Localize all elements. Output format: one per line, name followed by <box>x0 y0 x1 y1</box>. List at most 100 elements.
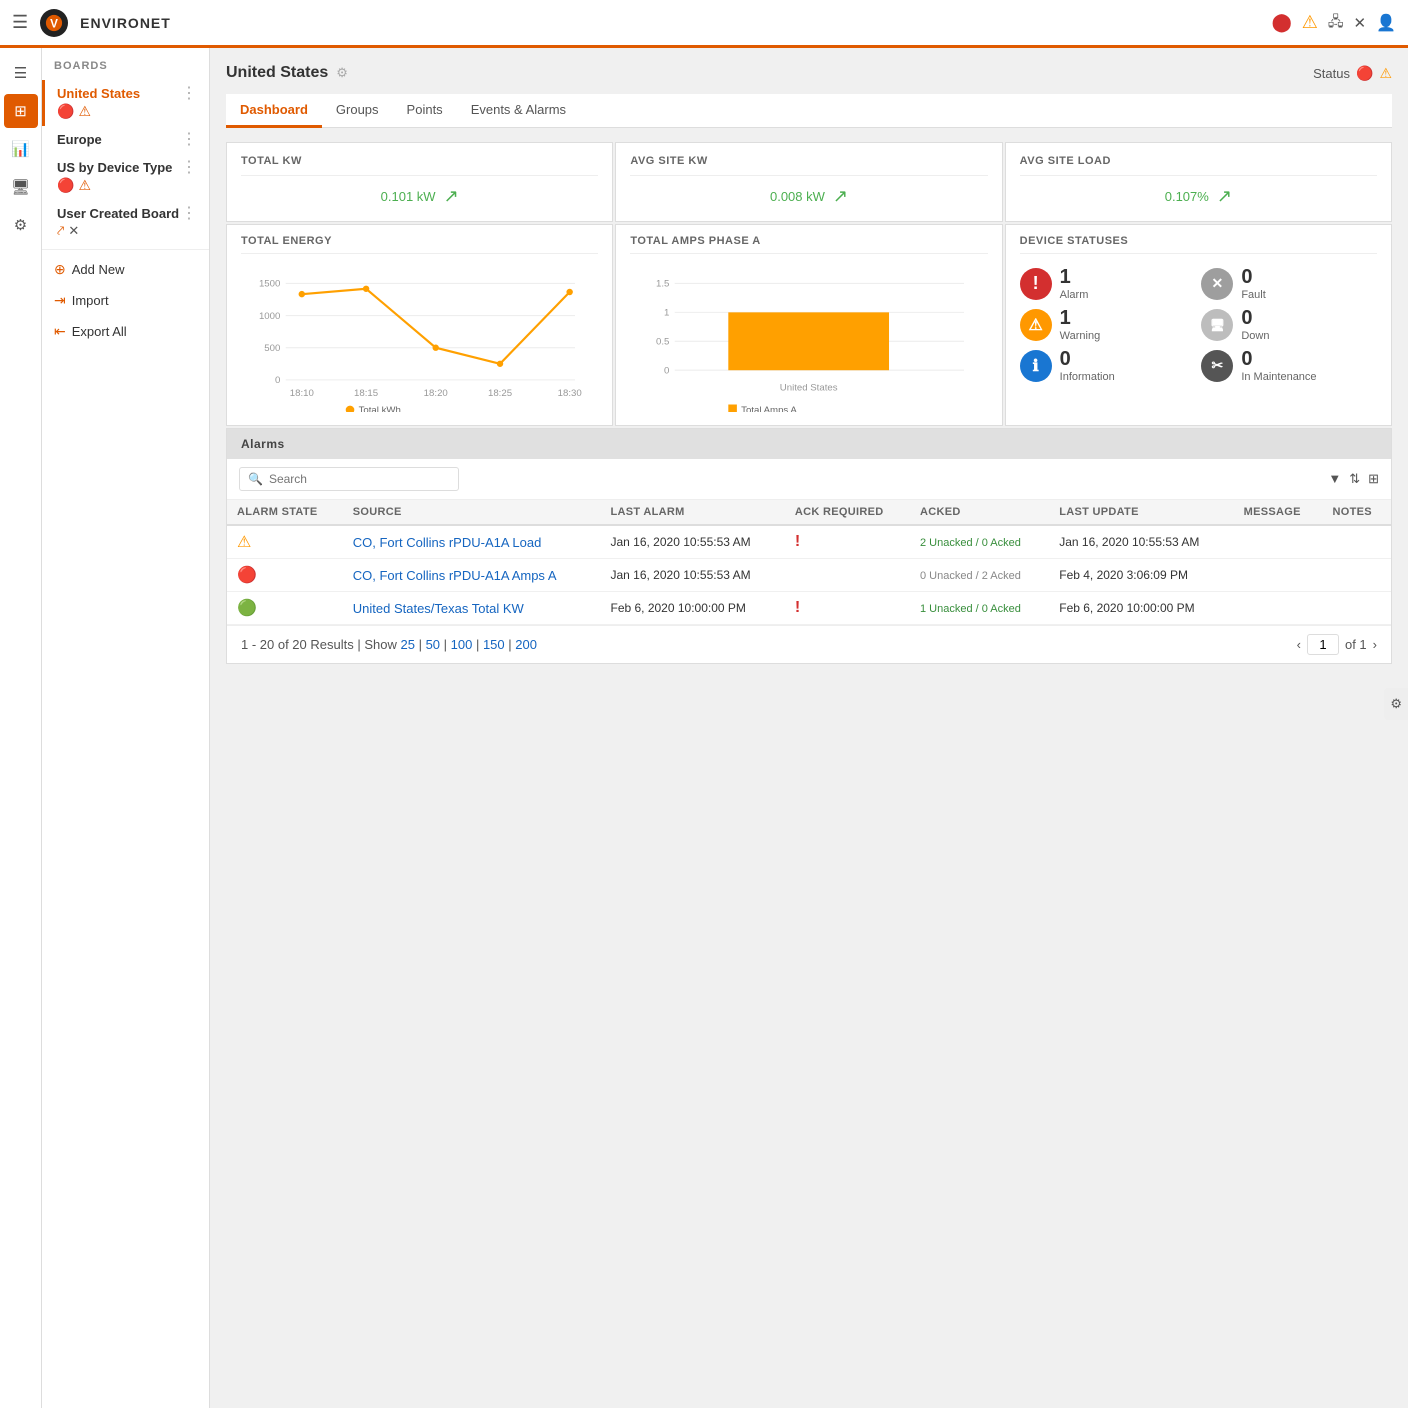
svg-text:Total Amps A: Total Amps A <box>741 405 797 412</box>
chart-svg-total-energy: 1500 1000 500 0 18:10 18:15 18:20 18:25 <box>241 262 598 412</box>
td-source: CO, Fort Collins rPDU-A1A Amps A <box>343 559 601 592</box>
svg-text:1.5: 1.5 <box>656 279 669 290</box>
sidebar-item-dots-europe[interactable]: ⋮ <box>181 132 197 148</box>
svg-text:0: 0 <box>664 365 669 376</box>
alarms-toolbar-icons: ▼ ⇅ ⊞ <box>1328 471 1379 487</box>
next-page-icon[interactable]: › <box>1373 637 1377 652</box>
svg-text:18:15: 18:15 <box>354 388 378 399</box>
svg-text:500: 500 <box>264 343 280 354</box>
sidebar-item-dots-us[interactable]: ⋮ <box>181 86 197 102</box>
show-50[interactable]: 50 <box>426 637 440 652</box>
stat-value-avg-site-kw: 0.008 kW ↗ <box>630 186 987 207</box>
brand-name: ENVIRONET <box>80 15 171 31</box>
nav-sidebar: BOARDS United States 🔴 ⚠ ⋮ Europe ⋮ US b… <box>42 48 210 1408</box>
td-notes <box>1323 559 1391 592</box>
page-settings-icon[interactable]: ⚙ <box>336 65 348 81</box>
status-count-information: 0 <box>1060 348 1115 371</box>
svg-text:0.5: 0.5 <box>656 337 669 348</box>
trend-icon-avg-site-kw: ↗ <box>833 186 848 207</box>
tab-points[interactable]: Points <box>393 94 457 128</box>
th-ack-required: ACK REQUIRED <box>785 500 910 525</box>
stat-label-total-kw: Total KW <box>241 153 598 176</box>
sidebar-item-us-device-type[interactable]: US by Device Type 🔴 ⚠ ⋮ <box>42 154 209 200</box>
navbar-user-icon[interactable]: 👤 <box>1376 13 1396 33</box>
svg-text:0: 0 <box>275 375 280 386</box>
layout-icon[interactable]: ⊞ <box>1368 471 1379 487</box>
charts-row: Total Energy 1500 1000 500 0 <box>226 224 1392 426</box>
status-icon-maintenance: ✂ <box>1201 350 1233 382</box>
navbar-tools-icon[interactable]: ✕ <box>1354 14 1367 32</box>
sidebar-item-dots-user[interactable]: ⋮ <box>181 206 197 222</box>
sidebar-badge-alarm-us: 🔴 <box>57 103 74 120</box>
td-message <box>1234 592 1323 625</box>
status-label-down: Down <box>1241 330 1269 342</box>
status-label-alarm: Alarm <box>1060 289 1089 301</box>
nav-action-import[interactable]: ⇥ Import <box>42 285 209 316</box>
icon-sidebar: ☰ ⊞ 📊 🖥 ⚙ <box>0 48 42 1408</box>
status-label-warning: Warning <box>1060 330 1101 342</box>
navbar-alarm-icon[interactable]: ⬤ <box>1272 12 1292 33</box>
tab-events-alarms[interactable]: Events & Alarms <box>457 94 580 128</box>
th-last-alarm: LAST ALARM <box>600 500 784 525</box>
sidebar-item-user-created[interactable]: User Created Board ⤤ ✕ ⋮ <box>42 200 209 245</box>
alarms-results-info: 1 - 20 of 20 Results | Show 25 | 50 | 10… <box>241 637 537 652</box>
sidebar-item-label-united-states: United States <box>57 86 140 101</box>
status-item-warning: ⚠ 1 Warning <box>1020 307 1196 342</box>
status-count-warning: 1 <box>1060 307 1101 330</box>
nav-action-add-new[interactable]: ⊕ Add New <box>42 254 209 285</box>
export-icon: ⇤ <box>54 323 66 340</box>
show-150[interactable]: 150 <box>483 637 505 652</box>
show-200[interactable]: 200 <box>515 637 537 652</box>
chart-label-device-statuses: Device Statuses <box>1020 235 1377 254</box>
add-new-label: Add New <box>72 262 125 277</box>
search-input[interactable] <box>269 472 450 486</box>
prev-page-icon[interactable]: ‹ <box>1297 637 1301 652</box>
td-last-update: Feb 6, 2020 10:00:00 PM <box>1049 592 1233 625</box>
nav-action-export-all[interactable]: ⇤ Export All <box>42 316 209 347</box>
columns-icon[interactable]: ⇅ <box>1349 471 1360 487</box>
sidebar-icon-reports[interactable]: 📊 <box>4 132 38 166</box>
status-grid: ! 1 Alarm ✕ 0 Fault <box>1020 262 1377 387</box>
alarms-search-container: 🔍 <box>239 467 459 491</box>
stat-card-avg-site-load: Avg Site Load 0.107% ↗ <box>1005 142 1392 222</box>
td-source: United States/Texas Total KW <box>343 592 601 625</box>
import-label: Import <box>72 293 109 308</box>
filter-icon[interactable]: ▼ <box>1328 471 1341 487</box>
status-label-fault: Fault <box>1241 289 1265 301</box>
svg-text:Total kWh: Total kWh <box>359 405 401 412</box>
search-icon: 🔍 <box>248 472 263 486</box>
alarms-section: Alarms 🔍 ▼ ⇅ ⊞ ALARM STATE SO <box>226 428 1392 664</box>
status-count-fault: 0 <box>1241 266 1265 289</box>
td-last-alarm: Jan 16, 2020 10:55:53 AM <box>600 525 784 559</box>
tab-groups[interactable]: Groups <box>322 94 393 128</box>
show-25[interactable]: 25 <box>400 637 414 652</box>
stat-value-total-kw: 0.101 kW ↗ <box>241 186 598 207</box>
sidebar-icon-devices[interactable]: 🖥 <box>4 170 38 204</box>
svg-text:18:25: 18:25 <box>488 388 512 399</box>
sidebar-icon-settings[interactable]: ⚙ <box>4 208 38 242</box>
menu-icon[interactable]: ☰ <box>12 12 28 33</box>
sidebar-item-united-states[interactable]: United States 🔴 ⚠ ⋮ <box>42 80 209 126</box>
tab-dashboard[interactable]: Dashboard <box>226 94 322 128</box>
alarms-header: Alarms <box>227 429 1391 459</box>
sidebar-item-europe[interactable]: Europe ⋮ <box>42 126 209 154</box>
sidebar-item-dots-device[interactable]: ⋮ <box>181 160 197 176</box>
status-warning-icon: ⚠ <box>1379 65 1392 82</box>
sidebar-icon-menu[interactable]: ☰ <box>4 56 38 90</box>
stat-card-total-kw: Total KW 0.101 kW ↗ <box>226 142 613 222</box>
status-count-down: 0 <box>1241 307 1269 330</box>
status-item-information: ℹ 0 Information <box>1020 348 1196 383</box>
nav-divider <box>42 249 209 250</box>
navbar-network-icon[interactable]: 🖧 <box>1328 11 1344 35</box>
sidebar-icon-dashboard[interactable]: ⊞ <box>4 94 38 128</box>
td-message <box>1234 525 1323 559</box>
td-notes <box>1323 592 1391 625</box>
settings-float-button[interactable]: ⚙ <box>1384 688 1408 720</box>
svg-text:18:20: 18:20 <box>424 388 448 399</box>
show-100[interactable]: 100 <box>451 637 473 652</box>
page-number-input[interactable] <box>1307 634 1339 655</box>
navbar-warning-icon[interactable]: ⚠ <box>1302 12 1318 33</box>
chart-card-total-energy: Total Energy 1500 1000 500 0 <box>226 224 613 426</box>
td-last-update: Feb 4, 2020 3:06:09 PM <box>1049 559 1233 592</box>
td-alarm-state: ⚠ <box>227 525 343 559</box>
